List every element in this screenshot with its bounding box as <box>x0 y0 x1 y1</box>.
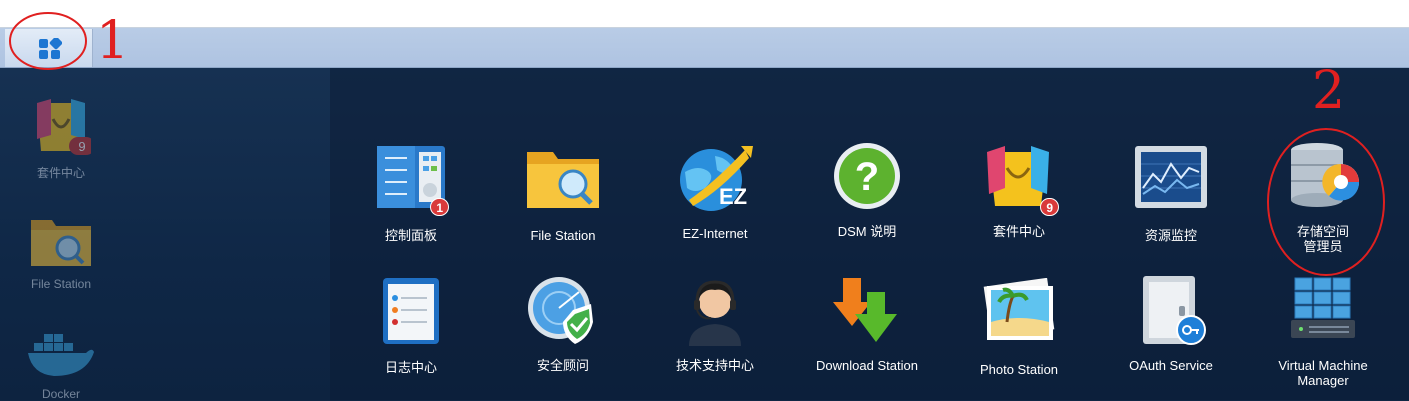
app-label: OAuth Service <box>1129 358 1213 373</box>
app-label: Virtual Machine Manager <box>1248 358 1398 388</box>
app-log-center[interactable]: 日志中心 <box>336 276 486 375</box>
help-question-icon: ? <box>834 143 900 209</box>
app-photo-station[interactable]: Photo Station <box>944 277 1094 377</box>
download-station-icon <box>833 278 897 342</box>
app-security-advisor[interactable]: 安全顾问 <box>488 274 638 373</box>
app-virtual-machine-manager[interactable]: Virtual Machine Manager <box>1248 274 1398 388</box>
taskbar <box>0 28 1409 68</box>
app-resource-monitor[interactable]: 资源监控 <box>1096 144 1246 243</box>
app-label: EZ-Internet <box>682 226 748 241</box>
app-label-line: Virtual Machine <box>1278 358 1368 373</box>
app-label-line: Manager <box>1297 373 1349 388</box>
app-download-station[interactable]: Download Station <box>792 274 942 373</box>
app-label: Download Station <box>816 358 918 373</box>
desktop-shortcut-docker[interactable]: Docker <box>1 330 121 401</box>
main-menu-button[interactable] <box>5 29 93 67</box>
notification-badge: 1 <box>430 198 449 216</box>
app-label: 安全顾问 <box>536 358 589 373</box>
security-advisor-icon <box>528 277 593 344</box>
svg-text:EZ: EZ <box>719 184 747 209</box>
app-label: Photo Station <box>979 362 1059 377</box>
desktop-shortcut-label: File Station <box>30 277 92 291</box>
app-dsm-help[interactable]: ? DSM 说明 <box>792 140 942 239</box>
app-label: 日志中心 <box>384 360 437 375</box>
browser-top-strip <box>0 0 1409 28</box>
app-label-line: 存储空间 <box>1296 224 1349 239</box>
desktop-shortcut-package-center[interactable]: 9 套件中心 <box>1 95 121 181</box>
ez-internet-globe-icon: EZ <box>680 146 753 211</box>
app-label: 资源监控 <box>1144 228 1197 243</box>
docker-whale-icon <box>28 334 94 376</box>
desktop-shortcut-file-station[interactable]: File Station <box>1 212 121 291</box>
app-support-center[interactable]: 技术支持中心 <box>640 274 790 373</box>
app-ez-internet[interactable]: EZ EZ-Internet <box>640 142 790 241</box>
oauth-service-icon <box>1143 276 1206 345</box>
file-station-folder-icon <box>31 220 91 266</box>
app-label: 控制面板 <box>384 228 437 243</box>
support-center-headset-icon <box>689 280 741 346</box>
app-label: 技术支持中心 <box>675 358 754 373</box>
photo-station-icon <box>983 277 1055 340</box>
svg-text:?: ? <box>855 155 879 199</box>
app-label-line: 管理员 <box>1303 239 1343 254</box>
app-label: 套件中心 <box>992 224 1045 239</box>
app-label: DSM 说明 <box>837 224 897 239</box>
app-label: File Station <box>530 228 596 243</box>
desktop-badge: 9 <box>78 139 85 154</box>
notification-badge: 9 <box>1040 198 1059 216</box>
package-center-icon: 9 <box>37 99 95 155</box>
app-label: 存储空间 管理员 <box>1248 224 1398 254</box>
resource-monitor-icon <box>1135 146 1207 208</box>
app-control-panel[interactable]: 1 控制面板 <box>336 144 486 243</box>
app-oauth-service[interactable]: OAuth Service <box>1096 274 1246 373</box>
app-file-station[interactable]: File Station <box>488 144 638 243</box>
desktop-shortcut-label: 套件中心 <box>36 166 85 180</box>
virtual-machine-manager-icon <box>1291 277 1355 338</box>
storage-manager-icon <box>1291 143 1360 207</box>
app-package-center[interactable]: 9 套件中心 <box>944 140 1094 239</box>
grid-apps-icon <box>39 38 62 59</box>
file-station-folder-icon <box>527 152 599 208</box>
desktop-shortcut-label: Docker <box>41 387 80 401</box>
app-storage-manager[interactable]: 存储空间 管理员 <box>1248 140 1398 254</box>
log-center-icon <box>383 278 439 344</box>
